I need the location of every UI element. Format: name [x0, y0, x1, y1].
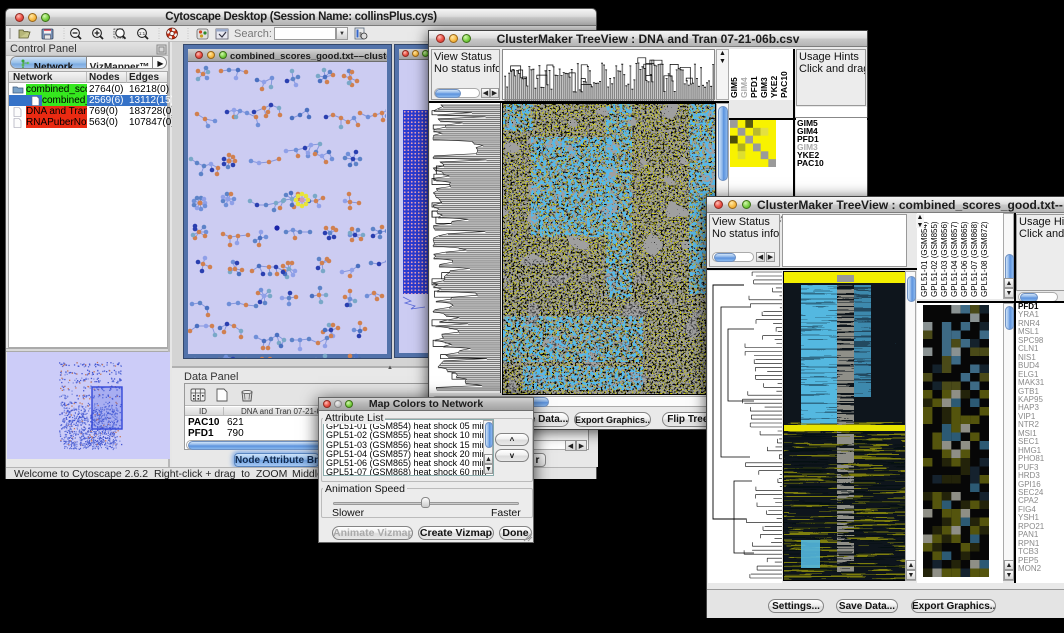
svg-text:PAC10: PAC10: [779, 71, 789, 98]
svg-text:PFD1: PFD1: [749, 76, 759, 98]
svg-text:GPL51-01 (GSM854): GPL51-01 (GSM854): [920, 221, 929, 297]
svg-text:GPL51-07 (GSM868): GPL51-07 (GSM868): [970, 221, 979, 297]
svg-text:GIM3: GIM3: [759, 77, 769, 98]
svg-text:GPL51-06 (GSM865): GPL51-06 (GSM865): [960, 221, 969, 297]
svg-text:1:1: 1:1: [139, 31, 146, 36]
svg-text:GPL51-08 (GSM872): GPL51-08 (GSM872): [980, 221, 989, 297]
svg-text:GPL51-02 (GSM855): GPL51-02 (GSM855): [930, 221, 939, 297]
svg-text:GIM5: GIM5: [729, 77, 739, 98]
svg-text:YKE2: YKE2: [769, 76, 779, 98]
svg-text:GPL51-04 (GSM857): GPL51-04 (GSM857): [950, 221, 959, 297]
svg-text:GIM4: GIM4: [739, 77, 749, 98]
svg-text:GPL51-03 (GSM856): GPL51-03 (GSM856): [940, 221, 949, 297]
